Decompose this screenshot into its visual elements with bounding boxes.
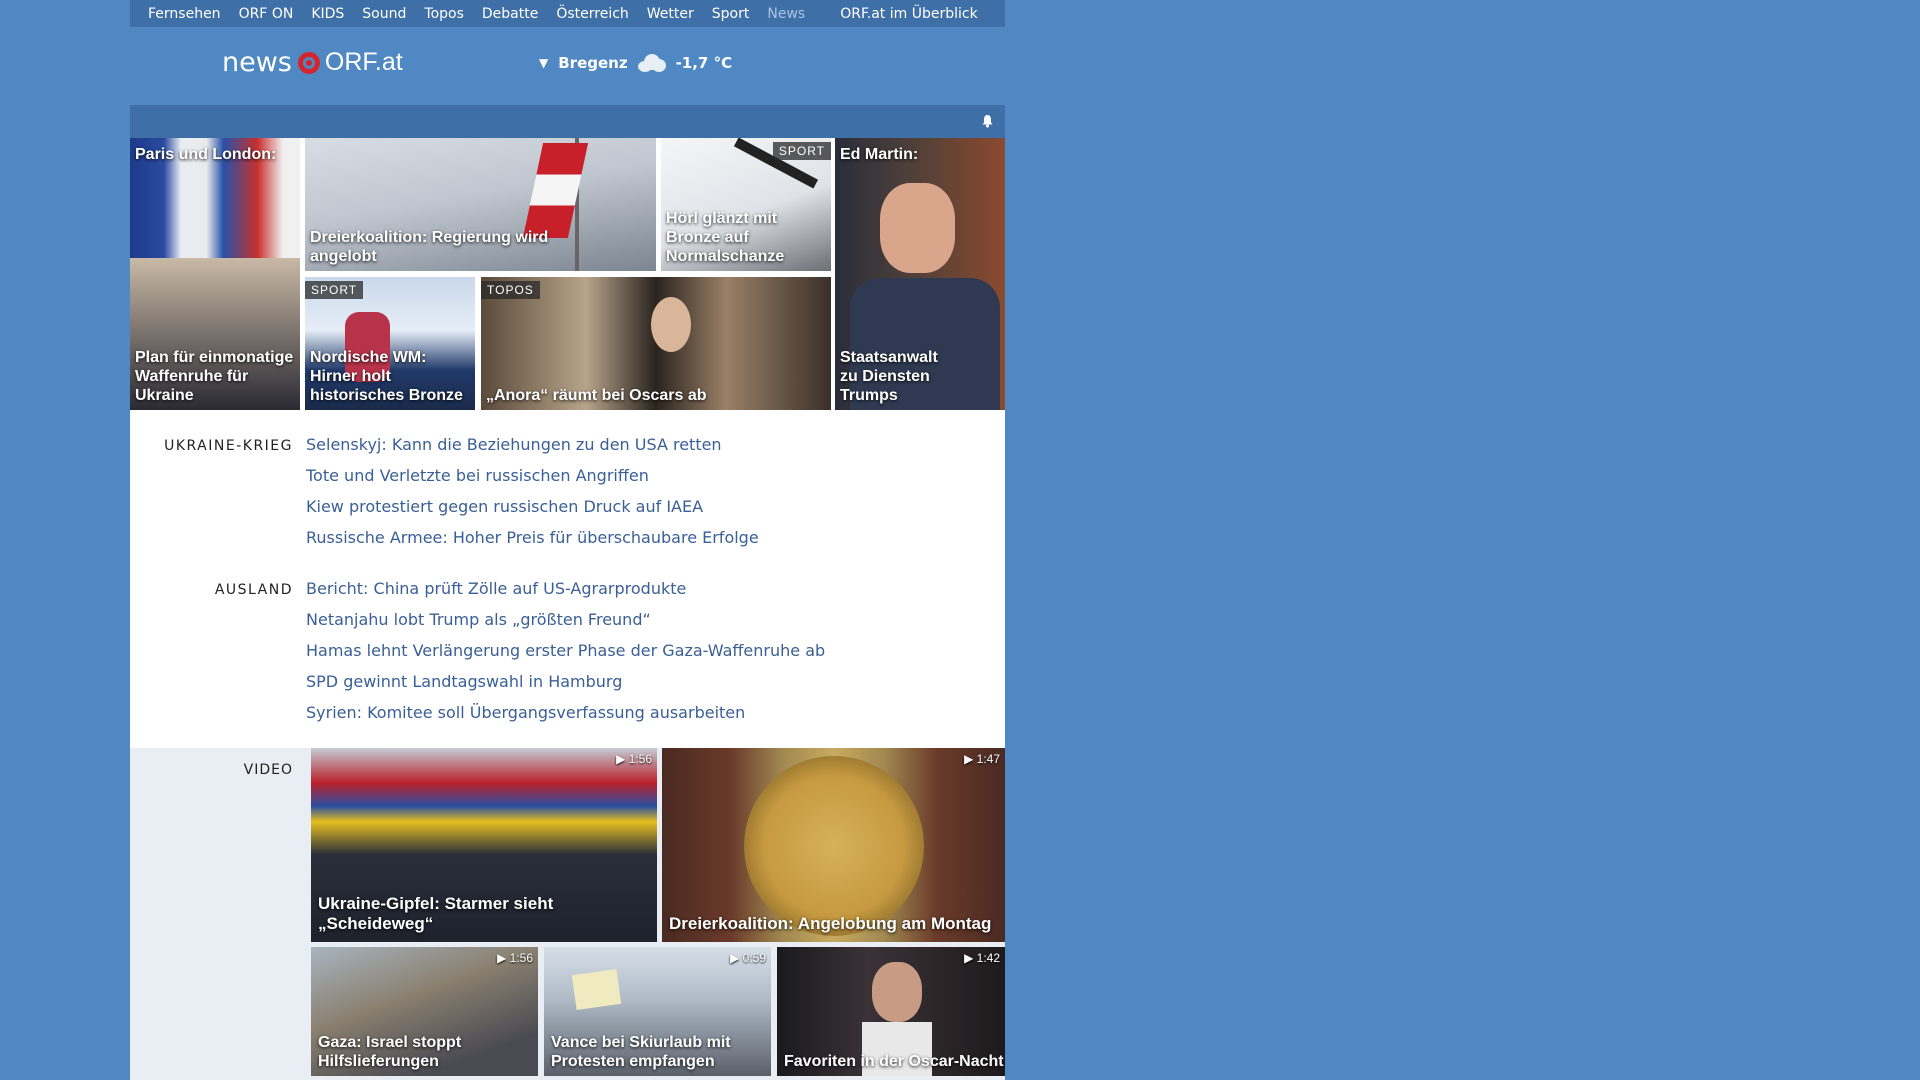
story-link[interactable]: Netanjahu lobt Trump als „größten Freund…	[306, 610, 825, 641]
top-navigation: Fernsehen ORF ON KIDS Sound Topos Debatt…	[130, 0, 1005, 27]
video-headline: Vance bei Skiurlaub mit Protesten empfan…	[551, 1034, 731, 1070]
cloud-icon	[636, 54, 668, 72]
chevron-down-icon: ▼	[539, 56, 549, 70]
nav-item-news[interactable]: News	[767, 6, 805, 22]
logo-orf-text: ORF.at	[324, 48, 403, 76]
video-headline: Favoriten in der Oscar-Nacht	[784, 1053, 1004, 1070]
story-link[interactable]: Selenskyj: Kann die Beziehungen zu den U…	[306, 435, 759, 466]
news-orf-logo[interactable]: news ORF.at	[222, 47, 403, 78]
section-label-video: VIDEO	[243, 762, 293, 778]
story-link[interactable]: SPD gewinnt Landtagswahl in Hamburg	[306, 672, 825, 703]
teaser-dreierkoalition[interactable]: Dreierkoalition: Regierung wird angelobt	[305, 138, 656, 271]
weather-temperature: -1,7 °C	[675, 54, 733, 72]
teaser-hirner-bronze[interactable]: SPORT Nordische WM: Hirner holt historis…	[305, 277, 475, 410]
teaser-kicker: Ed Martin:	[840, 146, 919, 163]
story-link[interactable]: Bericht: China prüft Zölle auf US-Agrarp…	[306, 579, 825, 610]
nav-item-fernsehen[interactable]: Fernsehen	[148, 6, 221, 22]
teaser-headline: Nordische WM: Hirner holt historisches B…	[310, 349, 463, 404]
teaser-hoerl-bronze[interactable]: SPORT Hörl glänzt mit Bronze auf Normals…	[661, 138, 831, 271]
story-link[interactable]: Syrien: Komitee soll Übergangsverfassung…	[306, 703, 825, 734]
video-vance[interactable]: ▶ 0:59 Vance bei Skiurlaub mit Protesten…	[544, 947, 771, 1076]
video-angelobung[interactable]: ▶ 1:47 Dreierkoalition: Angelobung am Mo…	[662, 748, 1005, 942]
video-headline: Ukraine-Gipfel: Starmer sieht „Scheidewe…	[318, 894, 554, 933]
section-label-ausland: AUSLAND	[214, 582, 293, 598]
story-link[interactable]: Hamas lehnt Verlängerung erster Phase de…	[306, 641, 825, 672]
category-tag: SPORT	[772, 142, 831, 160]
section-label-ukraine-krieg: UKRAINE-KRIEG	[164, 438, 293, 454]
teaser-kicker: Paris und London:	[135, 146, 277, 163]
teaser-headline: Staatsanwalt zu Diensten Trumps	[840, 349, 938, 404]
teaser-anora-oscars[interactable]: TOPOS „Anora“ räumt bei Oscars ab	[481, 277, 831, 410]
teaser-headline: „Anora“ räumt bei Oscars ab	[486, 387, 707, 404]
nav-item-kids[interactable]: KIDS	[311, 6, 344, 22]
play-duration: ▶ 1:56	[497, 951, 533, 965]
video-headline: Dreierkoalition: Angelobung am Montag	[669, 914, 992, 933]
category-tag: TOPOS	[481, 281, 540, 299]
nav-item-overview[interactable]: ORF.at im Überblick	[840, 6, 977, 22]
video-section: VIDEO ▶ 1:56 Ukraine-Gipfel: Starmer sie…	[130, 748, 1005, 1080]
nav-item-sport[interactable]: Sport	[712, 6, 750, 22]
weather-widget[interactable]: ▼ Bregenz -1,7 °C	[539, 54, 732, 72]
play-duration: ▶ 1:56	[616, 752, 652, 766]
weather-location: Bregenz	[558, 54, 628, 72]
nav-item-orf-on[interactable]: ORF ON	[239, 6, 294, 22]
section-bar	[130, 105, 1005, 138]
play-duration: ▶ 1:42	[964, 951, 1000, 965]
teaser-headline: Hörl glänzt mit Bronze auf Normalschanze	[666, 210, 785, 265]
video-gaza[interactable]: ▶ 1:56 Gaza: Israel stoppt Hilfslieferun…	[311, 947, 538, 1076]
play-duration: ▶ 0:59	[730, 951, 766, 965]
logo-news-text: news	[222, 47, 292, 78]
bell-icon[interactable]	[981, 114, 995, 128]
video-ukraine-gipfel[interactable]: ▶ 1:56 Ukraine-Gipfel: Starmer sieht „Sc…	[311, 748, 657, 942]
main-content: Paris und London: Plan für einmonatige W…	[130, 138, 1005, 1080]
story-link[interactable]: Kiew protestiert gegen russischen Druck …	[306, 497, 759, 528]
teaser-ed-martin[interactable]: Ed Martin: Staatsanwalt zu Diensten Trum…	[835, 138, 1005, 410]
teaser-paris-london[interactable]: Paris und London: Plan für einmonatige W…	[130, 138, 300, 410]
story-list-ukraine-krieg: Selenskyj: Kann die Beziehungen zu den U…	[306, 435, 759, 559]
nav-item-debatte[interactable]: Debatte	[482, 6, 538, 22]
nav-item-topos[interactable]: Topos	[424, 6, 463, 22]
teaser-headline: Plan für einmonatige Waffenruhe für Ukra…	[135, 349, 294, 404]
story-link[interactable]: Russische Armee: Hoher Preis für übersch…	[306, 528, 759, 559]
nav-item-sound[interactable]: Sound	[362, 6, 406, 22]
teaser-headline: Dreierkoalition: Regierung wird angelobt	[310, 229, 549, 265]
video-oscar-favoriten[interactable]: ▶ 1:42 Favoriten in der Oscar-Nacht	[777, 947, 1005, 1076]
play-duration: ▶ 1:47	[964, 752, 1000, 766]
orf-ring-icon	[297, 51, 320, 74]
category-tag: SPORT	[305, 281, 364, 299]
nav-item-wetter[interactable]: Wetter	[647, 6, 694, 22]
story-link[interactable]: Tote und Verletzte bei russischen Angrif…	[306, 466, 759, 497]
site-header: news ORF.at ▼ Bregenz -1,7 °C	[130, 27, 1005, 105]
video-headline: Gaza: Israel stoppt Hilfslieferungen	[318, 1034, 462, 1070]
nav-item-oesterreich[interactable]: Österreich	[556, 6, 628, 22]
story-list-ausland: Bericht: China prüft Zölle auf US-Agrarp…	[306, 579, 825, 734]
